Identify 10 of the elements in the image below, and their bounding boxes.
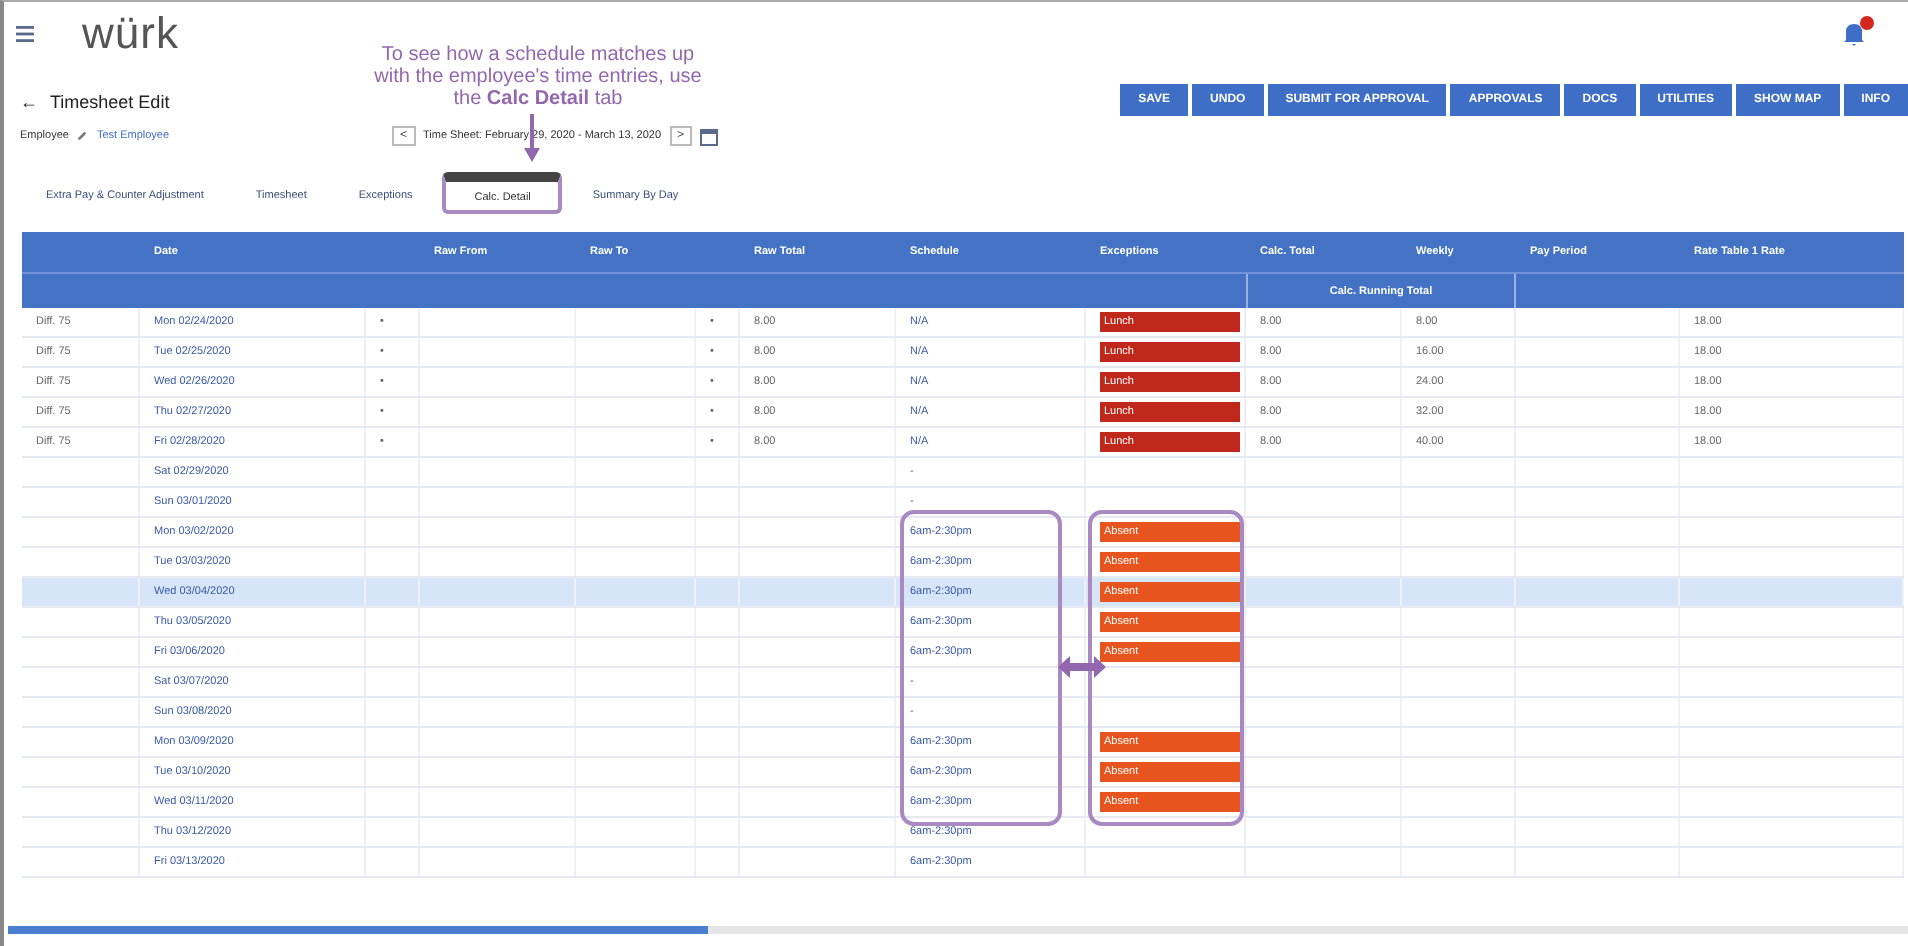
pencil-icon[interactable]: [76, 130, 89, 142]
scrollbar-thumb[interactable]: [8, 926, 708, 934]
calendar-icon[interactable]: [700, 127, 719, 145]
logo: würk: [82, 8, 179, 60]
menu-icon[interactable]: [16, 26, 34, 42]
back-arrow[interactable]: ←: [20, 92, 38, 112]
page-title: Timesheet Edit: [50, 92, 170, 112]
notification-bell-icon[interactable]: [1840, 20, 1868, 48]
annotation-text: To see how a schedule matches up with the employee's time entries, use the Calc Detail tab: [372, 44, 704, 110]
double-arrow: [1058, 656, 1106, 678]
